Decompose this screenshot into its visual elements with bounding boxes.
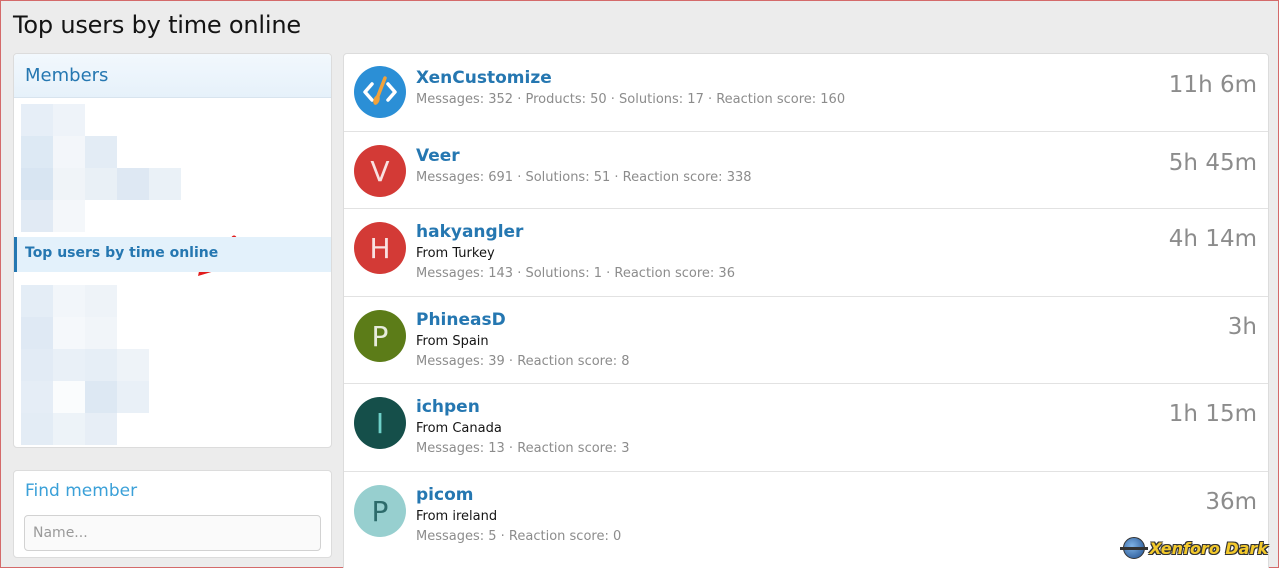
find-member-header: Find member (14, 471, 331, 507)
page-title: Top users by time online (13, 11, 301, 39)
list-item: H hakyangler From Turkey Messages: 143 ·… (344, 209, 1268, 297)
list-item: XenCustomize Messages: 352 · Products: 5… (344, 54, 1268, 132)
avatar[interactable]: H (354, 222, 406, 274)
username-link[interactable]: XenCustomize (416, 68, 552, 88)
username-link[interactable]: Veer (416, 146, 460, 166)
username-link[interactable]: ichpen (416, 397, 480, 417)
avatar-initial: I (375, 406, 385, 440)
time-online: 5h 45m (1168, 150, 1257, 176)
watermark: Xenforo Dark (1120, 537, 1268, 559)
avatar-initial: P (371, 494, 389, 528)
user-stats: Messages: 691 · Solutions: 51 · Reaction… (416, 170, 752, 185)
time-online: 11h 6m (1168, 72, 1257, 98)
user-stats: Messages: 5 · Reaction score: 0 (416, 529, 622, 544)
user-location: From Spain (416, 334, 489, 349)
member-name-input[interactable] (24, 515, 321, 551)
members-block: Members Top users by time online (13, 53, 332, 448)
time-online: 3h (1227, 314, 1257, 340)
globe-icon (1120, 537, 1149, 559)
time-online: 4h 14m (1168, 226, 1257, 252)
user-stats: Messages: 352 · Products: 50 · Solutions… (416, 92, 846, 107)
watermark-text: Xenforo Dark (1149, 538, 1268, 558)
avatar[interactable]: I (354, 397, 406, 449)
user-stats: Messages: 39 · Reaction score: 8 (416, 354, 630, 369)
avatar[interactable]: P (354, 310, 406, 362)
username-link[interactable]: PhineasD (416, 310, 506, 330)
user-stats: Messages: 143 · Solutions: 1 · Reaction … (416, 266, 735, 281)
find-member-block: Find member (13, 470, 332, 558)
list-item: P PhineasD From Spain Messages: 39 · Rea… (344, 297, 1268, 384)
list-item: I ichpen From Canada Messages: 13 · Reac… (344, 384, 1268, 472)
user-list: XenCustomize Messages: 352 · Products: 5… (343, 53, 1269, 568)
user-location: From ireland (416, 509, 498, 524)
time-online: 1h 15m (1168, 401, 1257, 427)
avatar-initial: P (371, 319, 389, 353)
code-brush-icon (363, 76, 397, 105)
nav-item-top-users-time-online[interactable]: Top users by time online (14, 237, 331, 272)
username-link[interactable]: hakyangler (416, 222, 523, 242)
members-header[interactable]: Members (14, 54, 331, 98)
avatar[interactable]: V (354, 145, 406, 197)
time-online: 36m (1205, 489, 1257, 515)
blurred-nav-items (21, 104, 191, 232)
user-location: From Turkey (416, 246, 495, 261)
avatar[interactable] (354, 66, 406, 118)
user-stats: Messages: 13 · Reaction score: 3 (416, 441, 630, 456)
list-item: V Veer Messages: 691 · Solutions: 51 · R… (344, 132, 1268, 209)
blurred-nav-items-lower (21, 285, 161, 445)
user-location: From Canada (416, 421, 502, 436)
username-link[interactable]: picom (416, 485, 473, 505)
avatar-initial: V (370, 154, 390, 188)
avatar[interactable]: P (354, 485, 406, 537)
avatar-initial: H (369, 231, 391, 265)
